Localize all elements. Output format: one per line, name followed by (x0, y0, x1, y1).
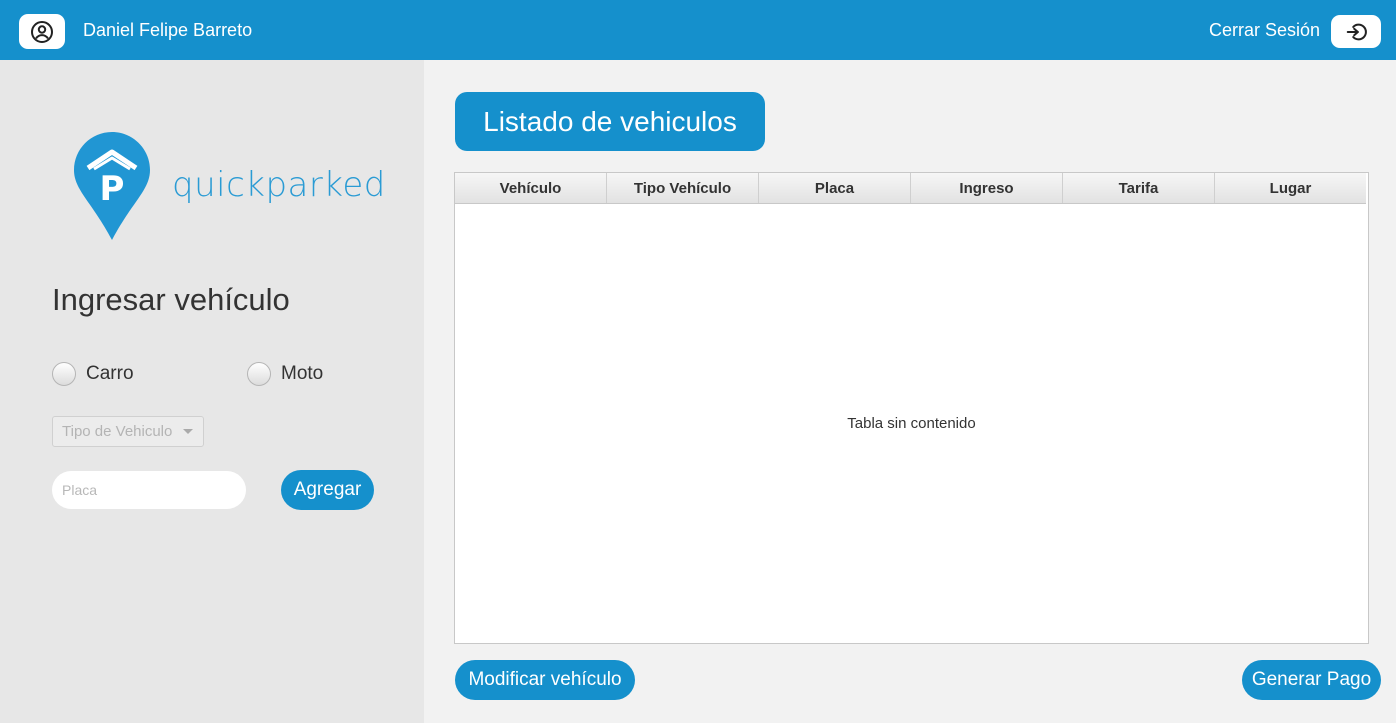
radio-moto[interactable]: Moto (247, 362, 323, 386)
column-header-tarifa[interactable]: Tarifa (1063, 173, 1215, 203)
radio-carro[interactable]: Carro (52, 362, 134, 386)
radio-carro-circle[interactable] (52, 362, 76, 386)
modify-vehicle-button[interactable]: Modificar vehículo (455, 660, 635, 700)
column-header-ingreso[interactable]: Ingreso (911, 173, 1063, 203)
page-title: Listado de vehiculos (455, 92, 765, 151)
logout-icon (1346, 23, 1367, 40)
user-circle-icon (31, 20, 53, 43)
chevron-down-icon (183, 429, 193, 434)
top-bar: Daniel Felipe Barreto Cerrar Sesión (0, 0, 1396, 60)
column-header-vehiculo[interactable]: Vehículo (455, 173, 607, 203)
table-header: Vehículo Tipo Vehículo Placa Ingreso Tar… (455, 173, 1366, 204)
vehicle-type-select-value: Tipo de Vehiculo (62, 423, 173, 440)
left-panel: P quickparked Ingresar vehículo Carro Mo… (0, 60, 424, 723)
add-button[interactable]: Agregar (281, 470, 374, 510)
plate-input[interactable] (52, 471, 246, 509)
section-title: Ingresar vehículo (52, 282, 290, 317)
user-name: Daniel Felipe Barreto (83, 20, 253, 40)
logout-button[interactable] (1331, 15, 1381, 48)
column-header-tipo-vehiculo[interactable]: Tipo Vehículo (607, 173, 759, 203)
user-profile-button[interactable] (19, 14, 65, 49)
column-header-lugar[interactable]: Lugar (1215, 173, 1366, 203)
logo-text: quickparked (172, 165, 386, 205)
generate-payment-button[interactable]: Generar Pago (1242, 660, 1381, 700)
radio-moto-label: Moto (281, 363, 324, 384)
quickparked-logo: P quickparked (72, 130, 385, 245)
table-empty-message: Tabla sin contenido (847, 415, 976, 432)
parking-pin-icon: P (74, 132, 150, 240)
svg-text:P: P (100, 169, 125, 209)
vehicles-table: Vehículo Tipo Vehículo Placa Ingreso Tar… (454, 172, 1369, 644)
logout-label[interactable]: Cerrar Sesión (1209, 20, 1320, 41)
column-header-placa[interactable]: Placa (759, 173, 911, 203)
radio-carro-label: Carro (86, 363, 134, 384)
radio-moto-circle[interactable] (247, 362, 271, 386)
vehicle-type-select[interactable]: Tipo de Vehiculo (52, 416, 204, 447)
